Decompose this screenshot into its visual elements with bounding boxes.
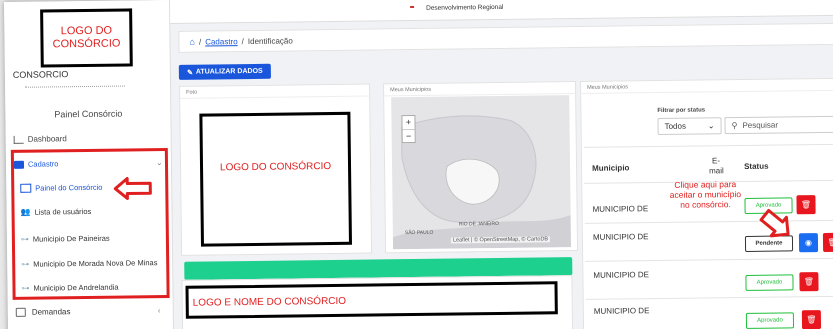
breadcrumb-separator: / <box>198 37 202 47</box>
search-input[interactable]: ⚲ Pesquisar <box>724 115 833 135</box>
annotation-line: aceitar o município <box>669 189 742 200</box>
trash-icon[interactable]: 🗑 <box>801 310 822 329</box>
sidebar-item-label: Municipio De Andrelandia <box>33 282 119 293</box>
panel-title: Painel Consórcio <box>54 108 123 120</box>
highlight-cadastro-box <box>10 148 170 300</box>
org-label: CONSORCIO <box>12 69 69 80</box>
pointer-arrow-left-icon <box>113 177 152 201</box>
folder-icon <box>13 160 25 169</box>
edit-icon: ✎ <box>187 69 193 77</box>
sitemap-icon: ⊶ <box>20 234 29 244</box>
card-title: Foto <box>180 84 370 99</box>
eye-icon[interactable]: ◉ <box>798 233 819 253</box>
sidebar-item-lista-usuarios[interactable]: 👥 Lista de usuários <box>21 207 92 217</box>
zoom-in-button[interactable]: + <box>402 116 414 129</box>
pointer-arrow-down-right-icon <box>759 209 790 238</box>
logo-text: LOGO DO CONSÓRCIO <box>52 24 121 51</box>
flag-icon <box>410 5 415 9</box>
users-icon: 👥 <box>20 207 31 217</box>
column-header-municipio: Municipio <box>592 163 630 173</box>
sidebar-item-label: Municipio De Paineiras <box>32 233 110 244</box>
column-header-email-top: E- <box>711 156 721 166</box>
map-zoom-control[interactable]: + − <box>401 114 416 144</box>
sidebar-item-municipio[interactable]: ⊶ Municipio De Morada Nova De Minas <box>21 258 157 269</box>
search-icon: ⚲ <box>731 121 738 131</box>
sidebar-item-painel-consorcio[interactable]: Painel do Consórcio <box>20 183 102 193</box>
sidebar-item-cadastro[interactable]: Cadastro <box>13 159 59 169</box>
trash-icon[interactable]: 🗑 <box>799 272 819 292</box>
sidebar-item-dashboard[interactable]: Dashboard <box>13 134 67 144</box>
placeholder-text: LOGO E NOME DO CONSÓRCIO <box>192 295 347 309</box>
screenshot-frame: LOGO DO CONSÓRCIO CONSORCIO Painel Consó… <box>4 0 833 329</box>
box-icon <box>15 307 26 317</box>
chart-icon <box>13 135 24 144</box>
sidebar: LOGO DO CONSÓRCIO CONSORCIO Painel Consó… <box>4 0 175 329</box>
table-row-municipio: MUNICIPIO DE <box>592 204 649 214</box>
chevron-left-icon: ‹ <box>157 306 161 316</box>
select-value: Todos <box>664 121 686 131</box>
annotation-line: no consórcio. <box>680 199 731 210</box>
sitemap-icon: ⊶ <box>21 259 30 269</box>
trash-icon[interactable]: 🗑 <box>822 232 833 253</box>
column-header-status: Status <box>744 161 769 171</box>
header-text: Desenvolvimento Regional <box>426 3 504 12</box>
map-label-rio: RIO DE JANEIRO <box>458 220 500 228</box>
zoom-out-button[interactable]: − <box>402 128 415 144</box>
sidebar-item-label: Dashboard <box>27 134 67 144</box>
sidebar-item-municipio[interactable]: ⊶ Municipio De Andrelandia <box>21 283 118 293</box>
id-card-icon <box>20 183 32 193</box>
update-data-button[interactable]: ✎ ATUALIZAR DADOS <box>178 63 271 80</box>
sidebar-item-demandas[interactable]: Demandas <box>15 307 71 317</box>
foto-logo-placeholder: LOGO DO CONSÓRCIO <box>199 111 352 247</box>
consortium-logo-placeholder: LOGO DO CONSÓRCIO <box>40 8 133 68</box>
search-placeholder: Pesquisar <box>742 120 779 130</box>
breadcrumb-separator: / <box>241 36 244 46</box>
home-icon[interactable]: ⌂ <box>189 37 195 47</box>
sidebar-item-label: Cadastro <box>27 159 59 169</box>
breadcrumb-link-cadastro[interactable]: Cadastro <box>205 37 238 46</box>
status-badge-approved[interactable]: Aprovado <box>745 274 794 291</box>
name-logo-placeholder: LOGO E NOME DO CONSÓRCIO <box>185 281 558 319</box>
logo-text: LOGO DO CONSÓRCIO <box>219 161 332 174</box>
table-row-municipio: MUNICIPIO DE <box>593 306 650 316</box>
map-attribution[interactable]: Leaflet | © OpenStreetMap, © CartoDB <box>450 236 551 244</box>
sidebar-item-label: Municipio De Morada Nova De Minas <box>33 258 158 269</box>
column-header-email-bottom: mail <box>709 166 724 176</box>
annotation-text: Clique aqui para aceitar o município no … <box>661 179 749 210</box>
table-row-municipio: MUNICIPIO DE <box>592 232 649 242</box>
blurred-text <box>25 85 126 89</box>
map-label-sp: SÃO PAULO <box>404 229 434 237</box>
breadcrumb: ⌂ / Cadastro / Identificação <box>178 22 833 53</box>
sidebar-item-label: Lista de usuários <box>34 206 92 217</box>
chevron-down-icon: ⌄ <box>707 121 715 131</box>
sitemap-icon: ⊶ <box>21 283 30 293</box>
status-badge-approved[interactable]: Aprovado <box>745 312 795 329</box>
sidebar-item-label: Painel do Consórcio <box>35 182 103 193</box>
sidebar-item-label: Demandas <box>31 307 71 317</box>
status-filter-select[interactable]: Todos ⌄ <box>657 117 722 136</box>
table-row-municipio: MUNICIPIO DE <box>593 270 649 280</box>
button-label: ATUALIZAR DADOS <box>195 67 263 76</box>
top-header: Desenvolvimento Regional <box>169 0 833 24</box>
sidebar-item-municipio[interactable]: ⊶ Municipio De Paineiras <box>21 234 110 244</box>
breadcrumb-current: Identificação <box>247 35 293 46</box>
card-title: Meus Municipios <box>384 82 576 97</box>
chevron-down-icon: ⌄ <box>155 158 163 168</box>
card-title: Meus Municipios <box>581 78 833 94</box>
filter-label: Filtrar por status <box>657 107 706 115</box>
